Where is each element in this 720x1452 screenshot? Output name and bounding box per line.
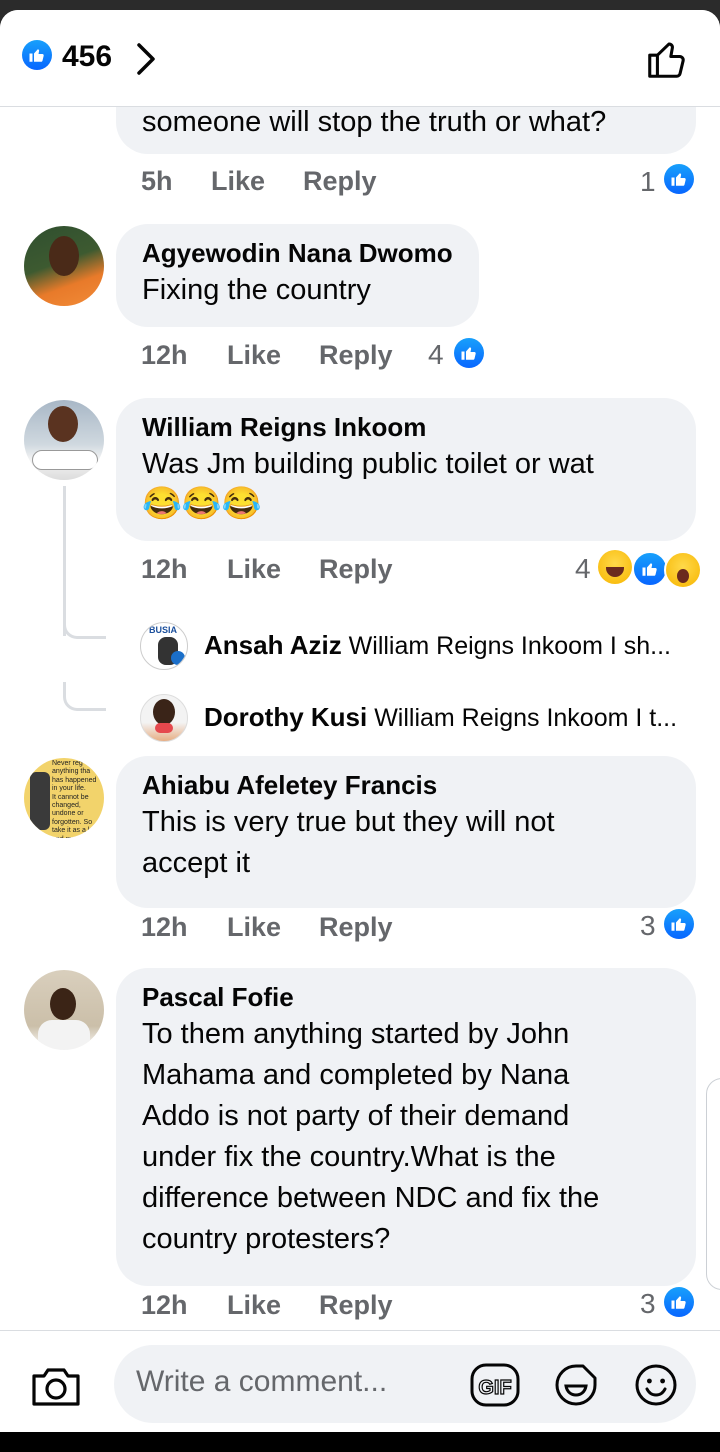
avatar-quote-line: in your life.	[52, 785, 86, 793]
reply-author[interactable]: Ansah Aziz	[204, 630, 342, 660]
like-reaction-icon	[664, 909, 694, 939]
like-post-icon[interactable]	[644, 36, 690, 82]
comment-author[interactable]: Ahiabu Afeletey Francis	[142, 768, 670, 802]
reply-author[interactable]: Dorothy Kusi	[204, 702, 367, 732]
comment-author[interactable]: Agyewodin Nana Dwomo	[142, 236, 453, 270]
comment-time: 12h	[141, 1290, 188, 1320]
comment-bubble[interactable]: Pascal Fofie To them anything started by…	[116, 968, 696, 1286]
reaction-count[interactable]: 1	[640, 166, 656, 198]
comment-time: 5h	[141, 166, 173, 196]
reply-link[interactable]: Reply	[319, 912, 393, 943]
avatar[interactable]	[140, 694, 188, 742]
wow-reaction-icon	[664, 551, 702, 589]
comment-text: difference between NDC and fix the	[142, 1182, 600, 1214]
reply-link[interactable]: Reply	[319, 554, 393, 585]
comment-bubble[interactable]: William Reigns Inkoom Was Jm building pu…	[116, 398, 696, 541]
comment-text: Fixing the country	[142, 274, 371, 306]
reply-text: William Reigns Inkoom I t...	[374, 704, 678, 732]
reply-link[interactable]: Reply	[303, 166, 377, 197]
avatar[interactable]: BUSIA	[140, 622, 188, 670]
like-reaction-icon	[632, 551, 668, 587]
comment-bubble[interactable]: Agyewodin Nana Dwomo Fixing the country	[116, 224, 479, 327]
comment-emoji: 😂😂😂	[142, 485, 262, 521]
comment-actions: 12h Like Reply	[0, 1290, 720, 1330]
reply-preview[interactable]: Dorothy Kusi William Reigns Inkoom I t..…	[204, 702, 677, 733]
comment-author[interactable]: Pascal Fofie	[142, 980, 670, 1014]
avatar-quote-text: Never reg anything tha has happened in your…	[52, 760, 97, 838]
gif-icon[interactable]: GIF	[470, 1363, 520, 1407]
like-link[interactable]: Like	[227, 554, 281, 585]
avatar[interactable]	[24, 970, 104, 1050]
reply-connector	[63, 682, 106, 711]
avatar[interactable]	[24, 400, 104, 480]
comment-bubble[interactable]: Ahiabu Afeletey Francis This is very tru…	[116, 756, 696, 908]
comment-actions: 12h Like Reply	[0, 340, 720, 380]
avatar[interactable]: Never reg anything tha has happened in your…	[24, 758, 104, 838]
reaction-count[interactable]: 3	[640, 910, 656, 942]
comment-text: Addo is not party of their demand	[142, 1100, 570, 1132]
reaction-count[interactable]: 3	[640, 1288, 656, 1320]
camera-icon[interactable]	[30, 1363, 82, 1409]
comment-composer: Write a comment... GIF	[0, 1330, 720, 1432]
comment-author[interactable]: William Reigns Inkoom	[142, 410, 670, 444]
system-nav-bar	[0, 1432, 720, 1452]
avatar-quote-line: and mo	[52, 836, 97, 838]
comment-text: accept it	[142, 847, 250, 879]
reply-link[interactable]: Reply	[319, 340, 393, 371]
reply-preview[interactable]: Ansah Aziz William Reigns Inkoom I sh...	[204, 630, 671, 661]
comment-text: under fix the country.What is the	[142, 1141, 556, 1173]
sticker-icon[interactable]	[552, 1361, 600, 1409]
avatar-quote-line: take it as a les	[52, 827, 97, 835]
reply-link[interactable]: Reply	[319, 1290, 393, 1321]
reaction-count[interactable]: 4	[575, 553, 591, 585]
avatar-quote-line: It cannot be	[52, 793, 89, 801]
like-link[interactable]: Like	[227, 1290, 281, 1321]
like-link[interactable]: Like	[211, 166, 265, 197]
comment-text: This is very true but they will not	[142, 806, 555, 838]
reaction-count[interactable]: 456	[62, 40, 112, 74]
avatar-label: BUSIA	[149, 625, 178, 635]
comment-time: 12h	[141, 340, 188, 370]
like-link[interactable]: Like	[227, 340, 281, 371]
avatar-quote-line: undone or	[52, 810, 84, 818]
comment-input[interactable]: Write a comment... GIF	[114, 1345, 696, 1423]
avatar-quote-line: Never reg	[52, 760, 83, 767]
svg-text:GIF: GIF	[478, 1377, 511, 1399]
avatar[interactable]	[24, 226, 104, 306]
avatar-quote-line: anything tha	[52, 768, 91, 776]
reply-text: William Reigns Inkoom I sh...	[348, 632, 671, 660]
scroll-handle[interactable]	[706, 1078, 720, 1290]
reaction-count[interactable]: 4	[428, 339, 444, 371]
comment-text: Was Jm building public toilet or wat	[142, 448, 594, 480]
avatar-quote-line: forgotten. So	[52, 818, 93, 826]
avatar-quote-line: has happened	[52, 776, 97, 784]
comment-time: 12h	[141, 912, 188, 942]
chevron-right-icon[interactable]	[134, 42, 158, 76]
comment-text: country protesters?	[142, 1223, 391, 1255]
emoji-icon[interactable]	[632, 1361, 680, 1409]
comment-actions: 5h Like Reply	[0, 166, 720, 206]
comment-actions: 12h Like Reply	[0, 912, 720, 952]
comment-text: To them anything started by John	[142, 1018, 570, 1050]
like-reaction-icon[interactable]	[22, 40, 52, 70]
comments-sheet: 456 someone will stop the truth or what?…	[0, 10, 720, 1432]
like-reaction-icon	[664, 164, 694, 194]
reply-connector	[63, 610, 106, 639]
reactions-header: 456	[0, 10, 720, 107]
comment-input-placeholder: Write a comment...	[136, 1365, 388, 1398]
comment-text: someone will stop the truth or what?	[142, 106, 607, 138]
avatar-quote-line: changed,	[52, 802, 81, 810]
like-link[interactable]: Like	[227, 912, 281, 943]
like-reaction-icon	[664, 1287, 694, 1317]
comment-time: 12h	[141, 554, 188, 584]
comment-text: Mahama and completed by Nana	[142, 1059, 570, 1091]
haha-reaction-icon	[598, 550, 632, 584]
like-reaction-icon	[454, 338, 484, 368]
